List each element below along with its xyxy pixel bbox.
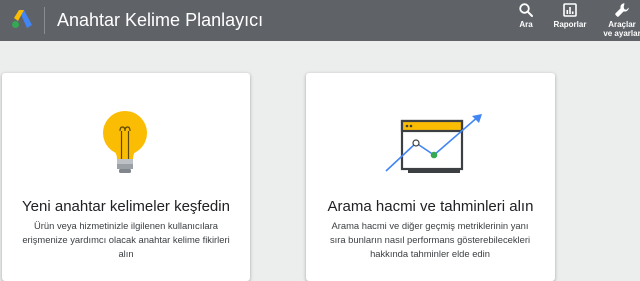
- discover-card-title: Yeni anahtar kelimeler keşfedin: [22, 198, 230, 215]
- tools-settings-label-line2: ve ayarlar: [603, 29, 640, 38]
- search-volume-forecast-card[interactable]: Arama hacmi ve tahminleri alın Arama hac…: [306, 73, 555, 281]
- search-label: Ara: [519, 20, 533, 29]
- tools-settings-button[interactable]: Araçlar ve ayarlar: [598, 2, 640, 38]
- header-divider: [44, 7, 45, 34]
- forecast-card-title: Arama hacmi ve tahminleri alın: [327, 198, 534, 215]
- trend-chart-icon: [385, 114, 482, 173]
- search-icon: [519, 3, 533, 17]
- discover-card-description: Ürün veya hizmetinizle ilgilenen kullanı…: [22, 220, 230, 259]
- reports-label: Raporlar: [553, 20, 587, 29]
- wrench-icon: [615, 3, 629, 17]
- google-ads-logo-icon[interactable]: [11, 9, 33, 29]
- forecast-card-description: Arama hacmi ve diğer geçmiş metriklerini…: [329, 220, 531, 259]
- top-bar: Anahtar Kelime Planlayıcı Ara Raporlar A…: [0, 0, 640, 41]
- discover-keywords-card[interactable]: Yeni anahtar kelimeler keşfedin Ürün vey…: [2, 73, 250, 281]
- reports-button[interactable]: Raporlar: [548, 2, 592, 29]
- lightbulb-icon: [103, 111, 147, 173]
- search-button[interactable]: Ara: [514, 2, 538, 29]
- tools-settings-label-line1: Araçlar: [608, 20, 636, 29]
- app-title: Anahtar Kelime Planlayıcı: [57, 10, 264, 30]
- reports-icon: [563, 3, 577, 17]
